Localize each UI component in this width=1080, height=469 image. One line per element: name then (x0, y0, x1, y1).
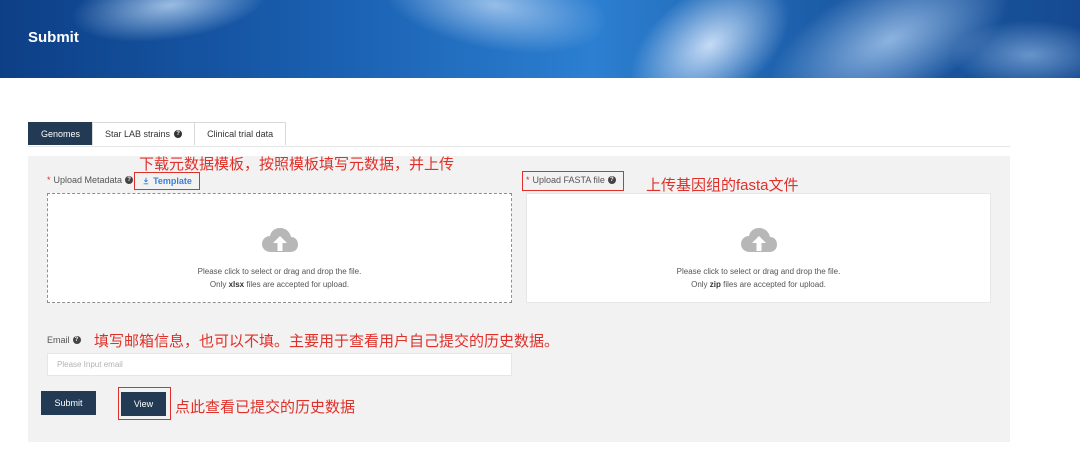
tab-bar: Genomes Star LAB strains ? Clinical tria… (28, 122, 287, 146)
tab-label: Clinical trial data (207, 129, 274, 139)
metadata-label-text: Upload Metadata (53, 175, 123, 185)
tab-clinical-trial-data[interactable]: Clinical trial data (194, 122, 287, 145)
metadata-label: * Upload Metadata ? (47, 175, 134, 185)
tab-divider (28, 146, 1010, 147)
view-button[interactable]: View (121, 392, 166, 416)
annotation-fasta-note: 上传基因组的fasta文件 (646, 177, 799, 194)
page-banner: Submit (0, 0, 1080, 78)
dropzone-filetype-note: Only xlsx files are accepted for upload. (209, 280, 350, 289)
email-field[interactable] (47, 353, 512, 376)
tab-label: Star LAB strains (105, 129, 171, 139)
dropzone-filetype-note: Only zip files are accepted for upload. (691, 280, 826, 289)
annotation-template-note: 下载元数据模板，按照模板填写元数据，并上传 (139, 156, 455, 173)
required-mark: * (47, 175, 51, 185)
dropzone-instruction: Please click to select or drag and drop … (676, 267, 841, 276)
cloud-upload-icon (261, 228, 298, 252)
submit-button[interactable]: Submit (41, 391, 96, 415)
fasta-dropzone[interactable]: Please click to select or drag and drop … (526, 193, 991, 303)
dropzone-instruction: Please click to select or drag and drop … (197, 267, 362, 276)
annotation-highlight-box (522, 171, 624, 191)
email-label-text: Email (47, 335, 70, 345)
email-label: Email ? (47, 335, 81, 345)
help-icon[interactable]: ? (174, 130, 183, 138)
help-icon[interactable]: ? (72, 336, 81, 344)
template-label: Template (153, 176, 192, 186)
download-icon (143, 177, 149, 185)
tab-label: Genomes (41, 129, 81, 139)
help-icon[interactable]: ? (125, 176, 134, 184)
template-download-link[interactable]: Template (134, 172, 200, 190)
page-title: Submit (28, 29, 79, 46)
metadata-dropzone[interactable]: Please click to select or drag and drop … (47, 193, 512, 303)
tab-star-lab-strains[interactable]: Star LAB strains ? (92, 122, 196, 145)
banner-decoration (373, 0, 617, 70)
annotation-view-note: 点此查看已提交的历史数据 (175, 399, 356, 416)
tab-genomes[interactable]: Genomes (28, 122, 94, 145)
annotation-email-note: 填写邮箱信息，也可以不填。主要用于查看用户自己提交的历史数据。 (94, 333, 560, 350)
cloud-upload-icon (740, 228, 777, 252)
banner-decoration (66, 0, 274, 54)
